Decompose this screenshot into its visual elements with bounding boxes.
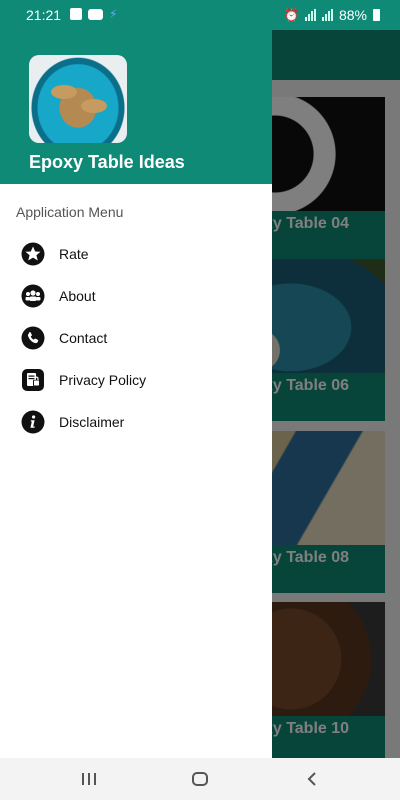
menu-item-privacy-policy[interactable]: Privacy Policy (0, 359, 272, 401)
recents-icon (82, 773, 96, 785)
menu-item-label: Disclaimer (59, 414, 125, 430)
privacy-icon (21, 368, 45, 392)
menu-item-rate[interactable]: Rate (0, 233, 272, 275)
menu-item-disclaimer[interactable]: Disclaimer (0, 401, 272, 443)
home-button[interactable] (180, 767, 220, 791)
signal-icon (304, 9, 316, 21)
recent-apps-button[interactable] (69, 767, 109, 791)
phone-icon (21, 326, 45, 350)
menu-item-label: Contact (59, 330, 108, 346)
system-nav-bar (0, 758, 400, 800)
youtube-icon (88, 8, 103, 20)
status-time: 21:21 (26, 7, 62, 23)
menu-item-label: Privacy Policy (59, 372, 147, 388)
status-right: ⏰ 88% (284, 7, 380, 23)
menu-section-title: Application Menu (16, 204, 124, 220)
battery-icon (373, 9, 380, 21)
menu-item-label: About (59, 288, 96, 304)
navigation-drawer: Epoxy Table Ideas Application Menu Rate … (0, 0, 272, 758)
logo-detail (81, 99, 107, 113)
info-icon (21, 410, 45, 434)
signal-icon-2 (321, 9, 333, 21)
status-bar: 21:21 ⚡ ⏰ 88% (0, 0, 400, 30)
logo-detail (51, 85, 77, 99)
back-button[interactable] (292, 767, 332, 791)
gallery-icon (70, 8, 82, 20)
notification-icons: ⚡ (70, 8, 119, 20)
alarm-icon: ⏰ (284, 8, 299, 22)
menu-item-label: Rate (59, 246, 89, 262)
home-icon (192, 772, 208, 786)
bolt-icon: ⚡ (109, 7, 118, 21)
menu-item-about[interactable]: About (0, 275, 272, 317)
drawer-app-title: Epoxy Table Ideas (29, 152, 185, 172)
drawer-header: Epoxy Table Ideas (0, 30, 272, 184)
back-icon (307, 772, 316, 786)
star-icon (21, 242, 45, 266)
menu-item-contact[interactable]: Contact (0, 317, 272, 359)
battery-text: 88% (338, 7, 367, 23)
group-icon (21, 284, 45, 308)
app-logo (29, 55, 127, 143)
